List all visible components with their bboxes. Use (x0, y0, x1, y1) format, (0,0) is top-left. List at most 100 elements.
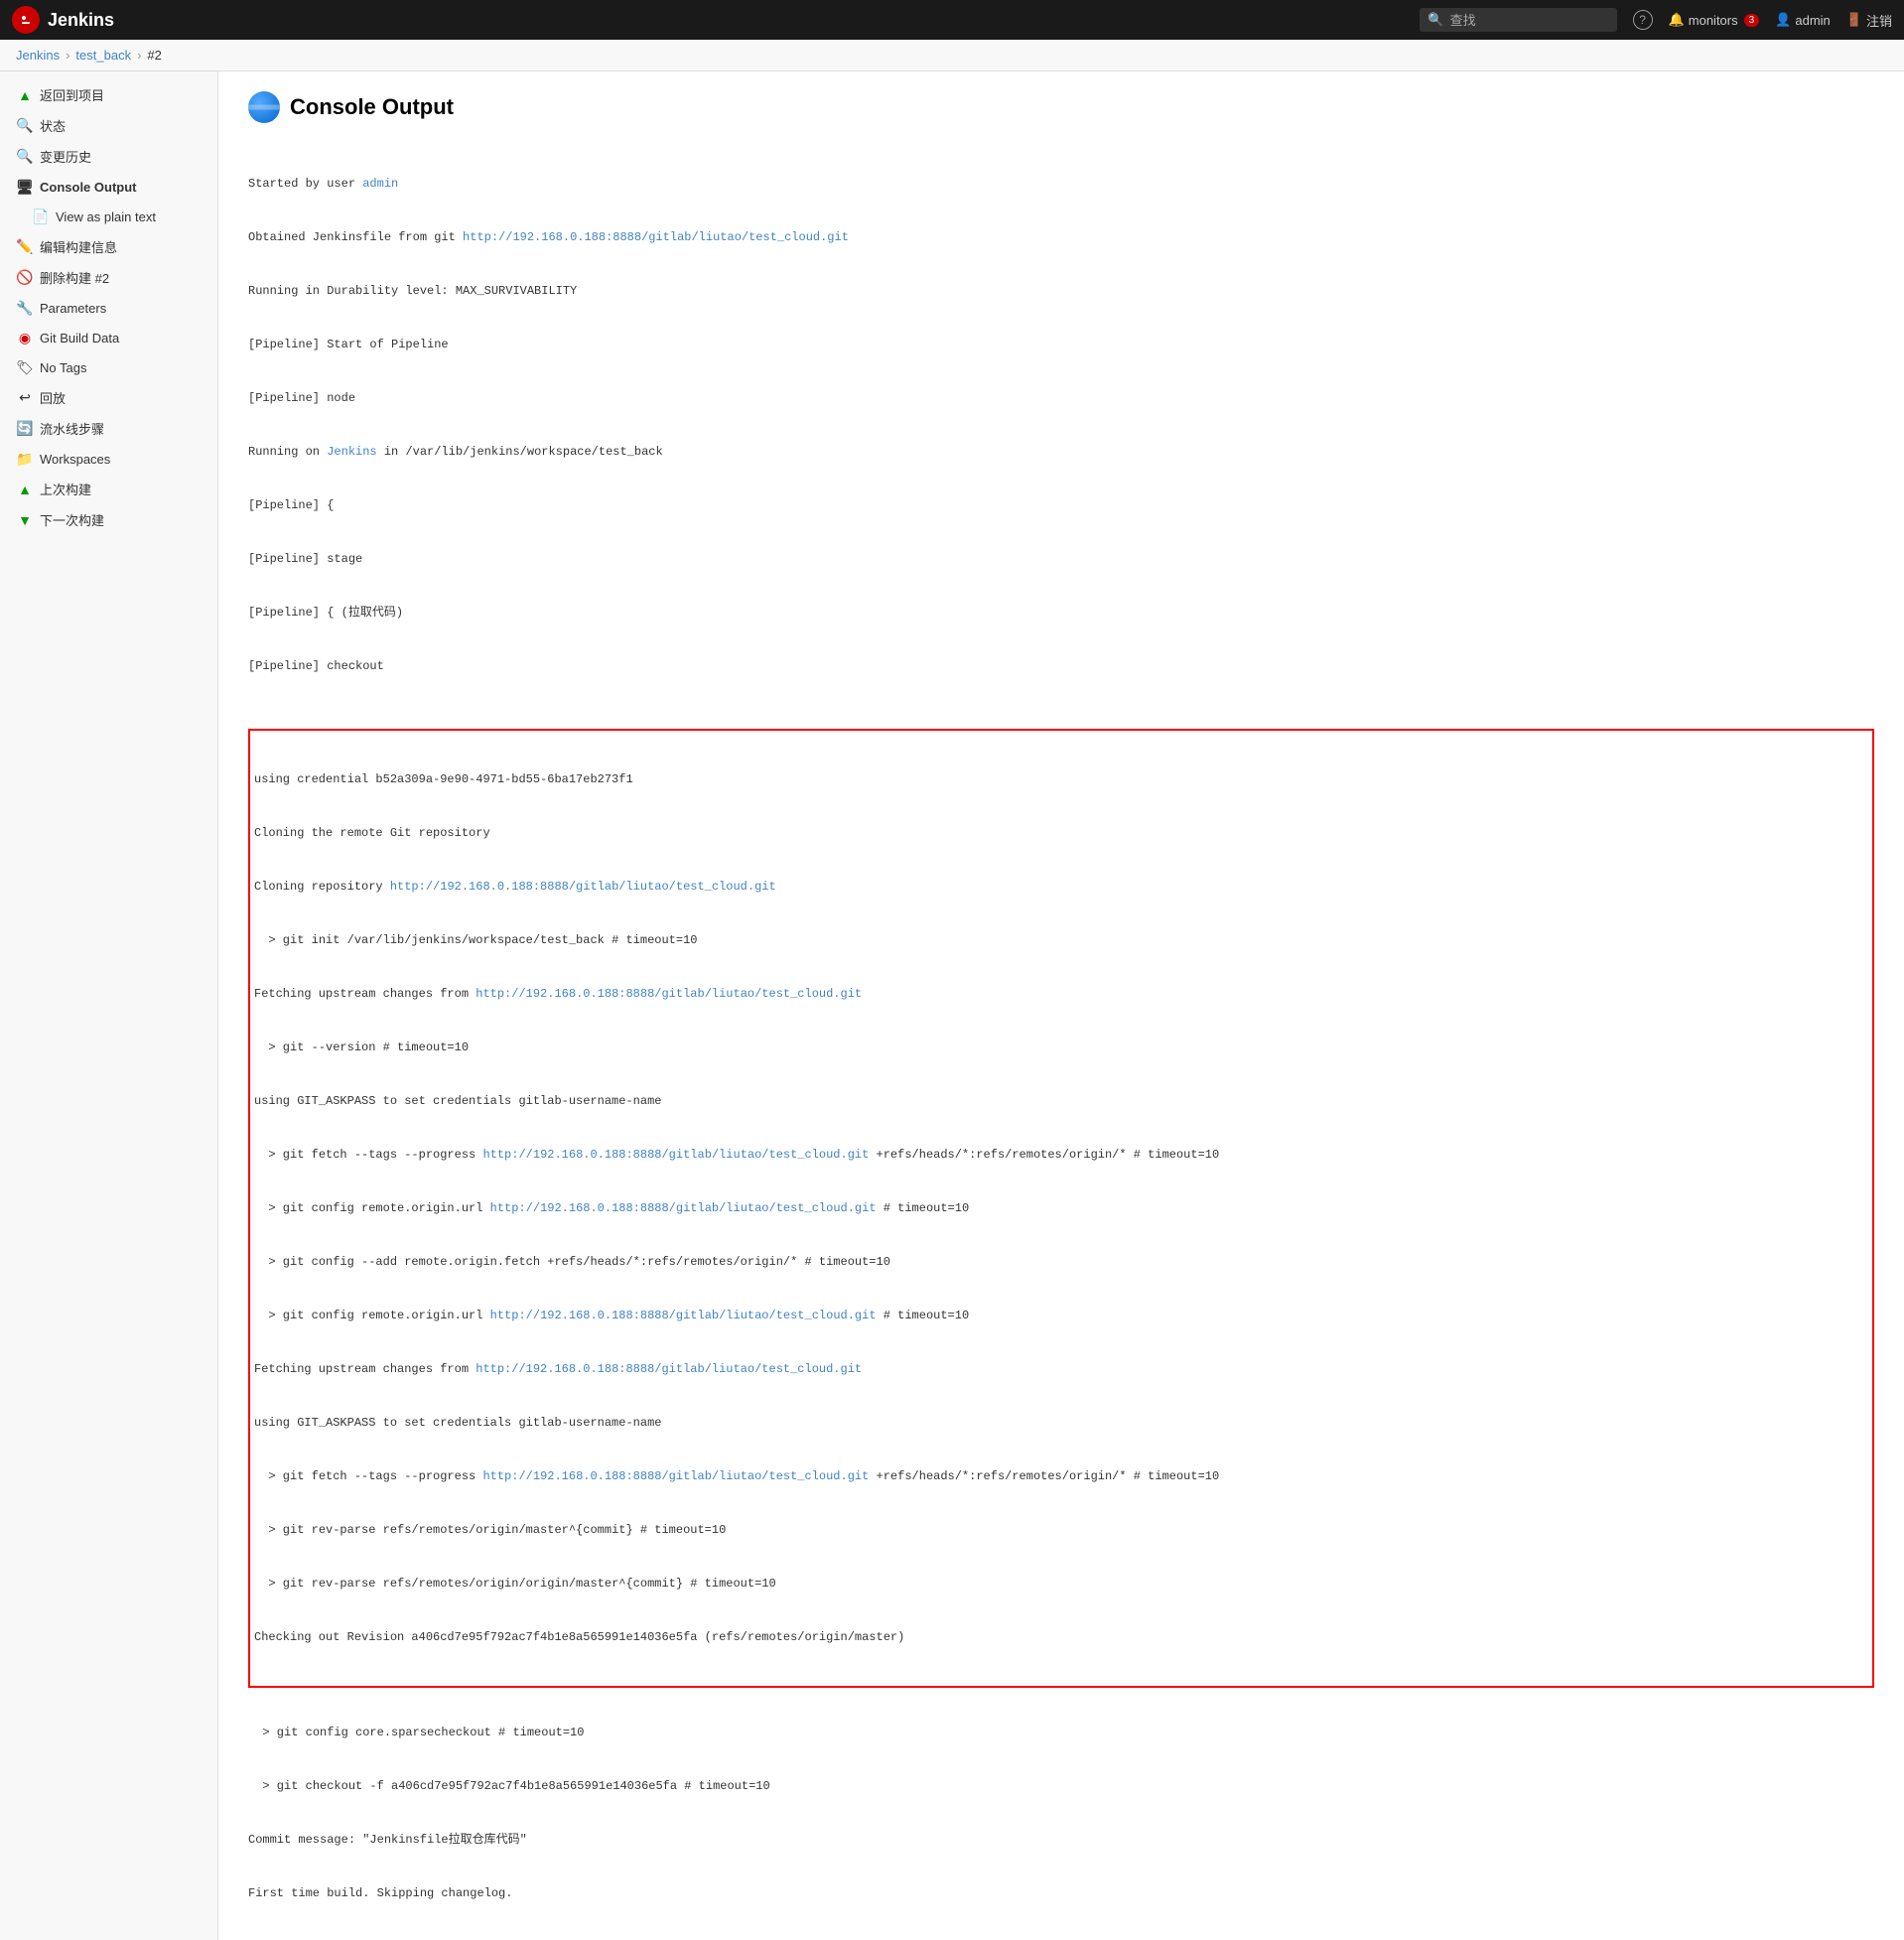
sidebar-item-next-build[interactable]: ▼ 下一次构建 (0, 504, 217, 535)
pipeline-icon: 🔄 (16, 420, 34, 438)
breadcrumb-sep-1: › (66, 48, 69, 63)
console-line: > git rev-parse refs/remotes/origin/mast… (254, 1521, 1868, 1539)
console-line: [Pipeline] stage (248, 550, 1874, 568)
sidebar-item-console-label: Console Output (40, 180, 137, 195)
search-box[interactable]: 🔍 (1420, 8, 1616, 32)
breadcrumb: Jenkins › test_back › #2 (0, 40, 1904, 71)
console-line: First time build. Skipping changelog. (248, 1884, 1874, 1902)
sidebar-item-prev-label: 上次构建 (40, 480, 91, 498)
sidebar-item-workspaces-label: Workspaces (40, 452, 110, 467)
console-line: [Pipeline] } (248, 1938, 1874, 1940)
sidebar-item-replay-label: 回放 (40, 388, 66, 407)
page-title-row: Console Output (248, 91, 1874, 123)
main-content: Console Output Started by user admin Obt… (218, 71, 1904, 1940)
sidebar-item-plain-text-label: View as plain text (56, 209, 156, 224)
console-line: [Pipeline] node (248, 389, 1874, 407)
console-output-area: Started by user admin Obtained Jenkinsfi… (248, 139, 1874, 1940)
tags-icon: 🏷 (16, 358, 34, 376)
params-icon: 🔧 (16, 299, 34, 317)
clone-url-link[interactable]: http://192.168.0.188:8888/gitlab/liutao/… (390, 880, 776, 894)
console-line: > git fetch --tags --progress http://192… (254, 1467, 1868, 1485)
console-line: > git fetch --tags --progress http://192… (254, 1146, 1868, 1164)
sidebar-item-pipeline-label: 流水线步骤 (40, 419, 104, 438)
jenkins-link[interactable]: Jenkins (327, 445, 376, 459)
console-line: Obtained Jenkinsfile from git http://192… (248, 228, 1874, 246)
monitors-label: monitors (1689, 13, 1738, 28)
user-icon: 👤 (1775, 12, 1791, 28)
sidebar-item-next-label: 下一次构建 (40, 510, 104, 529)
console-line: > git checkout -f a406cd7e95f792ac7f4b1e… (248, 1777, 1874, 1795)
sidebar-item-pipeline-steps[interactable]: 🔄 流水线步骤 (0, 413, 217, 444)
sidebar-item-view-plain-text[interactable]: 📄 View as plain text (0, 202, 217, 231)
console-line: using GIT_ASKPASS to set credentials git… (254, 1092, 1868, 1110)
logout-nav-item[interactable]: 🚪 注销 (1846, 11, 1892, 30)
sidebar-item-no-tags[interactable]: 🏷 No Tags (0, 352, 217, 382)
sidebar-item-history-label: 变更历史 (40, 147, 91, 166)
breadcrumb-jenkins[interactable]: Jenkins (16, 48, 60, 63)
config-url-link-1[interactable]: http://192.168.0.188:8888/gitlab/liutao/… (490, 1201, 877, 1215)
admin-nav-item[interactable]: 👤 admin (1775, 12, 1831, 28)
sidebar-item-back-to-project[interactable]: ▲ 返回到项目 (0, 79, 217, 110)
fetch-tags-link-1[interactable]: http://192.168.0.188:8888/gitlab/liutao/… (482, 1148, 869, 1162)
console-line: Cloning repository http://192.168.0.188:… (254, 878, 1868, 896)
top-navbar: Jenkins 🔍 ? 🔔 monitors 3 👤 admin 🚪 注销 (0, 0, 1904, 40)
jenkins-logo[interactable]: Jenkins (12, 6, 114, 34)
fetch-tags-link-2[interactable]: http://192.168.0.188:8888/gitlab/liutao/… (482, 1469, 869, 1483)
fetch-url-link-1[interactable]: http://192.168.0.188:8888/gitlab/liutao/… (476, 987, 862, 1001)
sidebar-item-workspaces[interactable]: 📁 Workspaces (0, 444, 217, 474)
console-line: > git init /var/lib/jenkins/workspace/te… (254, 931, 1868, 949)
sidebar-item-edit-label: 编辑构建信息 (40, 237, 117, 256)
jenkins-logo-icon (12, 6, 40, 34)
history-icon: 🔍 (16, 148, 34, 166)
jenkins-logo-text: Jenkins (48, 10, 114, 31)
sidebar-item-parameters[interactable]: 🔧 Parameters (0, 293, 217, 323)
sidebar-item-delete-label: 删除构建 #2 (40, 268, 109, 287)
console-line: [Pipeline] { (拉取代码) (248, 604, 1874, 622)
console-line: > git --version # timeout=10 (254, 1039, 1868, 1056)
console-line: using GIT_ASKPASS to set credentials git… (254, 1414, 1868, 1432)
workspace-icon: 📁 (16, 450, 34, 468)
console-line: Checking out Revision a406cd7e95f792ac7f… (254, 1628, 1868, 1646)
sidebar: ▲ 返回到项目 🔍 状态 🔍 变更历史 🖥 Console Output 📄 V… (0, 71, 218, 1940)
sidebar-item-console-output[interactable]: 🖥 Console Output (0, 172, 217, 202)
console-line: Started by user admin (248, 175, 1874, 193)
breadcrumb-build-num: #2 (147, 48, 161, 63)
sidebar-item-change-history[interactable]: 🔍 变更历史 (0, 141, 217, 172)
console-line: > git config core.sparsecheckout # timeo… (248, 1724, 1874, 1741)
console-line: Running in Durability level: MAX_SURVIVA… (248, 282, 1874, 300)
git-icon: ◉ (16, 329, 34, 346)
console-line: Cloning the remote Git repository (254, 824, 1868, 842)
highlighted-section: using credential b52a309a-9e90-4971-bd55… (248, 729, 1874, 1688)
logout-icon: 🚪 (1846, 12, 1862, 28)
sidebar-item-git-build-data[interactable]: ◉ Git Build Data (0, 323, 217, 352)
search-input[interactable] (1450, 13, 1609, 28)
console-line: [Pipeline] Start of Pipeline (248, 336, 1874, 353)
main-layout: ▲ 返回到项目 🔍 状态 🔍 变更历史 🖥 Console Output 📄 V… (0, 71, 1904, 1940)
edit-icon: ✏️ (16, 238, 34, 256)
monitors-nav-item[interactable]: 🔔 monitors 3 (1669, 12, 1760, 28)
help-icon[interactable]: ? (1633, 10, 1653, 30)
user-link[interactable]: admin (362, 177, 398, 191)
sidebar-item-back-label: 返回到项目 (40, 85, 104, 104)
sidebar-item-status[interactable]: 🔍 状态 (0, 110, 217, 141)
bell-icon: 🔔 (1669, 12, 1685, 28)
console-line: Fetching upstream changes from http://19… (254, 985, 1868, 1003)
next-build-icon: ▼ (16, 511, 34, 529)
sidebar-item-delete-build[interactable]: 🚫 删除构建 #2 (0, 262, 217, 293)
sidebar-item-replay[interactable]: ↩ 回放 (0, 382, 217, 413)
config-url-link-2[interactable]: http://192.168.0.188:8888/gitlab/liutao/… (490, 1309, 877, 1322)
breadcrumb-sep-2: › (137, 48, 141, 63)
console-line: Commit message: "Jenkinsfile拉取仓库代码" (248, 1831, 1874, 1849)
breadcrumb-test-back[interactable]: test_back (75, 48, 131, 63)
console-line: > git config remote.origin.url http://19… (254, 1199, 1868, 1217)
console-line: > git config remote.origin.url http://19… (254, 1307, 1868, 1324)
sidebar-item-params-label: Parameters (40, 301, 106, 316)
monitors-badge: 3 (1744, 14, 1760, 27)
git-url-link-1[interactable]: http://192.168.0.188:8888/gitlab/liutao/… (463, 230, 849, 244)
fetch-url-link-2[interactable]: http://192.168.0.188:8888/gitlab/liutao/… (476, 1362, 862, 1376)
sidebar-item-edit-build-info[interactable]: ✏️ 编辑构建信息 (0, 231, 217, 262)
back-icon: ▲ (16, 86, 34, 104)
search-icon: 🔍 (1428, 12, 1443, 28)
sidebar-item-prev-build[interactable]: ▲ 上次构建 (0, 474, 217, 504)
page-title: Console Output (290, 94, 454, 120)
